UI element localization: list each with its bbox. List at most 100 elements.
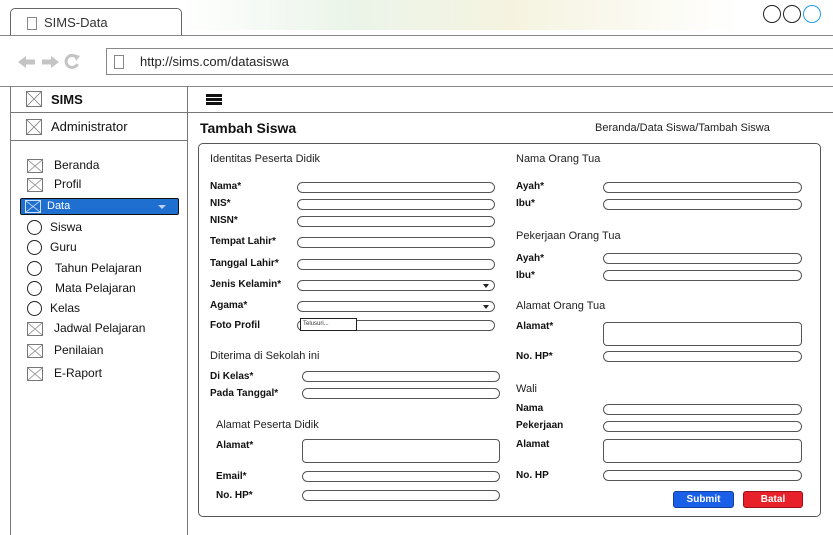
no-hp-ortu-input[interactable] — [603, 351, 802, 362]
window-maximize-icon[interactable] — [783, 5, 801, 23]
field-label: Pada Tanggal* — [210, 388, 279, 399]
agama-select[interactable] — [297, 301, 495, 312]
field-label: Foto Profil — [210, 320, 260, 331]
field-label: Tempat Lahir* — [210, 236, 276, 247]
chevron-down-icon — [483, 284, 489, 288]
wali-alamat-textarea[interactable] — [603, 439, 802, 463]
watermark-band — [180, 0, 740, 30]
field-label: Alamat* — [216, 440, 254, 451]
window-controls — [763, 5, 833, 25]
nama-input[interactable] — [297, 182, 495, 193]
toolbar-divider — [0, 35, 833, 36]
page-title: Tambah Siswa — [200, 120, 297, 136]
circle-icon — [27, 220, 42, 235]
field-label: Alamat — [516, 439, 550, 450]
window-close-icon[interactable] — [803, 5, 821, 23]
section-title: Alamat Peserta Didik — [216, 419, 319, 431]
field-label: No. HP* — [216, 490, 253, 501]
batal-button[interactable]: Batal — [743, 491, 803, 508]
field-label: Ayah* — [516, 253, 544, 264]
browse-button[interactable]: Telusuri... — [300, 318, 357, 331]
field-label: Di Kelas* — [210, 371, 254, 382]
sidebar-item-label: Penilaian — [54, 343, 104, 357]
nisn-input[interactable] — [297, 216, 495, 227]
sidebar-item-label: Guru — [50, 240, 77, 254]
sidebar-item-label: Beranda — [54, 158, 100, 172]
alamat-ortu-textarea[interactable] — [603, 322, 802, 346]
section-title: Diterima di Sekolah ini — [210, 350, 320, 362]
field-label: Jenis Kelamin* — [210, 279, 282, 290]
section-title: Alamat Orang Tua — [516, 300, 606, 312]
field-label: Ibu* — [516, 198, 535, 209]
image-placeholder-icon — [27, 367, 43, 381]
window-minimize-icon[interactable] — [763, 5, 781, 23]
field-label: Nama — [516, 403, 544, 414]
submit-button[interactable]: Submit — [673, 491, 734, 508]
ayah-input[interactable] — [603, 182, 802, 193]
brand-label: SIMS — [51, 92, 83, 107]
sidebar-item-label: Kelas — [50, 301, 81, 315]
sidebar-item-label: Tahun Pelajaran — [55, 261, 142, 275]
forward-icon[interactable] — [41, 55, 59, 73]
section-title: Pekerjaan Orang Tua — [516, 230, 621, 242]
wali-nama-input[interactable] — [603, 404, 802, 415]
field-label: Alamat* — [516, 321, 554, 332]
sidebar-item-label: Jadwal Pelajaran — [54, 321, 146, 335]
sidebar-item-beranda[interactable]: Beranda — [10, 156, 186, 174]
sidebar-item-data[interactable]: Data — [20, 198, 179, 215]
circle-icon — [27, 301, 42, 316]
tempat-lahir-input[interactable] — [297, 237, 495, 248]
tab-title: SIMS-Data — [44, 15, 108, 30]
chevron-down-icon — [483, 305, 489, 309]
sidebar-item-mata-pelajaran[interactable]: Mata Pelajaran — [10, 280, 186, 298]
section-title: Wali — [516, 383, 537, 395]
sidebar-item-label: Profil — [54, 177, 82, 191]
back-icon[interactable] — [18, 55, 36, 73]
nis-input[interactable] — [297, 199, 495, 210]
field-label: Tanggal Lahir* — [210, 258, 279, 269]
sidebar-user-row[interactable]: Administrator — [11, 113, 187, 141]
breadcrumb[interactable]: Beranda/Data Siswa/Tambah Siswa — [595, 122, 770, 134]
field-label: NIS* — [210, 198, 231, 209]
field-label: Ayah* — [516, 181, 544, 192]
jenis-kelamin-select[interactable] — [297, 280, 495, 291]
tanggal-lahir-input[interactable] — [297, 259, 495, 270]
url-text: http://sims.com/datasiswa — [140, 54, 289, 69]
wali-no-hp-input[interactable] — [603, 470, 802, 481]
field-label: Nama* — [210, 181, 242, 192]
chevron-down-icon — [158, 205, 166, 209]
sidebar-item-kelas[interactable]: Kelas — [10, 300, 186, 318]
di-kelas-input[interactable] — [302, 371, 500, 382]
logo-placeholder-icon — [26, 91, 42, 107]
sidebar-item-e-raport[interactable]: E-Raport — [10, 365, 186, 383]
sidebar-item-siswa[interactable]: Siswa — [10, 219, 186, 237]
ibu-input[interactable] — [603, 199, 802, 210]
field-label: NISN* — [210, 215, 238, 226]
field-label: Email* — [216, 471, 247, 482]
reload-icon[interactable] — [64, 53, 81, 74]
sidebar-item-tahun-pelajaran[interactable]: Tahun Pelajaran — [10, 260, 186, 278]
alamat-textarea[interactable] — [302, 439, 500, 463]
no-hp-input[interactable] — [302, 490, 500, 501]
image-placeholder-icon — [27, 344, 43, 358]
browser-tab[interactable]: SIMS-Data — [10, 8, 182, 35]
sidebar-item-guru[interactable]: Guru — [10, 239, 186, 257]
sidebar-item-label: Siswa — [50, 220, 83, 234]
email-input[interactable] — [302, 471, 500, 482]
pada-tanggal-input[interactable] — [302, 388, 500, 399]
pekerjaan-ibu-input[interactable] — [603, 270, 802, 281]
user-name: Administrator — [51, 119, 128, 134]
page-icon — [114, 55, 124, 69]
circle-icon — [27, 240, 42, 255]
sidebar-item-label: Mata Pelajaran — [55, 281, 136, 295]
pekerjaan-ayah-input[interactable] — [603, 253, 802, 264]
sidebar-item-penilaian[interactable]: Penilaian — [10, 342, 186, 360]
sidebar-item-jadwal-pelajaran[interactable]: Jadwal Pelajaran — [10, 320, 186, 338]
avatar-placeholder-icon — [26, 119, 42, 135]
wali-pekerjaan-input[interactable] — [603, 421, 802, 432]
hamburger-menu-icon[interactable] — [206, 94, 222, 105]
sidebar-item-profil[interactable]: Profil — [10, 176, 186, 194]
image-placeholder-icon — [27, 322, 43, 336]
address-bar[interactable]: http://sims.com/datasiswa — [106, 48, 833, 75]
field-label: No. HP* — [516, 351, 553, 362]
